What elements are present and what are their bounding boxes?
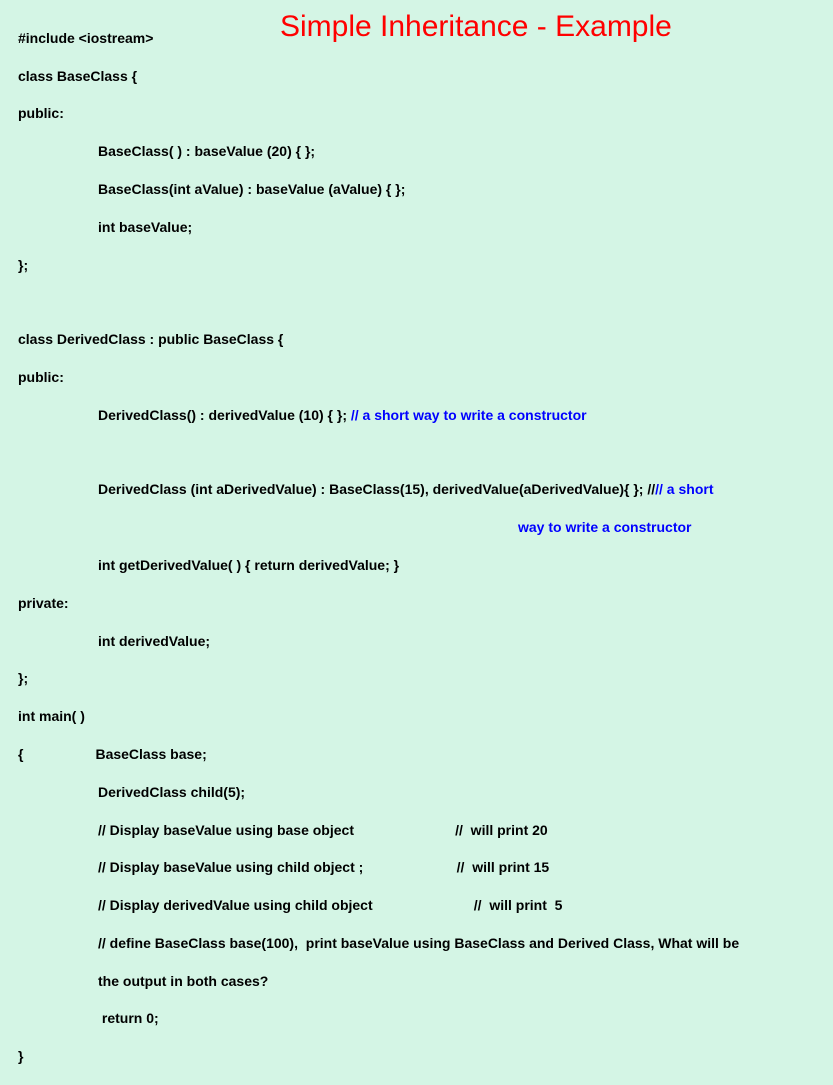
code-line: int baseValue; (18, 218, 815, 237)
code-line: DerivedClass() : derivedValue (10) { }; … (18, 406, 815, 425)
code-text: DerivedClass (int aDerivedValue) : BaseC… (98, 481, 655, 497)
code-text: DerivedClass() : derivedValue (10) { }; (98, 407, 351, 423)
code-example: #include <iostream> class BaseClass { pu… (18, 10, 815, 1085)
code-line: }; (18, 669, 815, 688)
code-line: // Display baseValue using child object … (18, 858, 815, 877)
code-line: DerivedClass child(5); (18, 783, 815, 802)
code-line: BaseClass(int aValue) : baseValue (aValu… (18, 180, 815, 199)
code-line: } (18, 1047, 815, 1066)
code-comment: way to write a constructor (518, 519, 691, 535)
code-line: #include <iostream> (18, 29, 815, 48)
code-comment: // a short (655, 481, 713, 497)
code-line: {BaseClass base; (18, 745, 815, 764)
code-line: private: (18, 594, 815, 613)
code-line: public: (18, 104, 815, 123)
blank-line (18, 444, 815, 462)
code-line: way to write a constructor (18, 518, 815, 537)
code-line: // define BaseClass base(100), print bas… (18, 934, 815, 953)
code-line: int main( ) (18, 707, 815, 726)
code-line: class DerivedClass : public BaseClass { (18, 330, 815, 349)
code-line: BaseClass( ) : baseValue (20) { }; (18, 142, 815, 161)
code-line: // Display derivedValue using child obje… (18, 896, 815, 915)
code-line: }; (18, 256, 815, 275)
code-line: int getDerivedValue( ) { return derivedV… (18, 556, 815, 575)
code-line: return 0; (18, 1009, 815, 1028)
code-line: the output in both cases? (18, 972, 815, 991)
code-line: // Display baseValue using base object /… (18, 821, 815, 840)
code-line: class BaseClass { (18, 67, 815, 86)
code-line: int derivedValue; (18, 632, 815, 651)
code-line: public: (18, 368, 815, 387)
code-comment: // a short way to write a constructor (351, 407, 587, 423)
blank-line (18, 293, 815, 311)
code-text: BaseClass base; (23, 746, 206, 762)
code-line: DerivedClass (int aDerivedValue) : BaseC… (18, 480, 815, 499)
